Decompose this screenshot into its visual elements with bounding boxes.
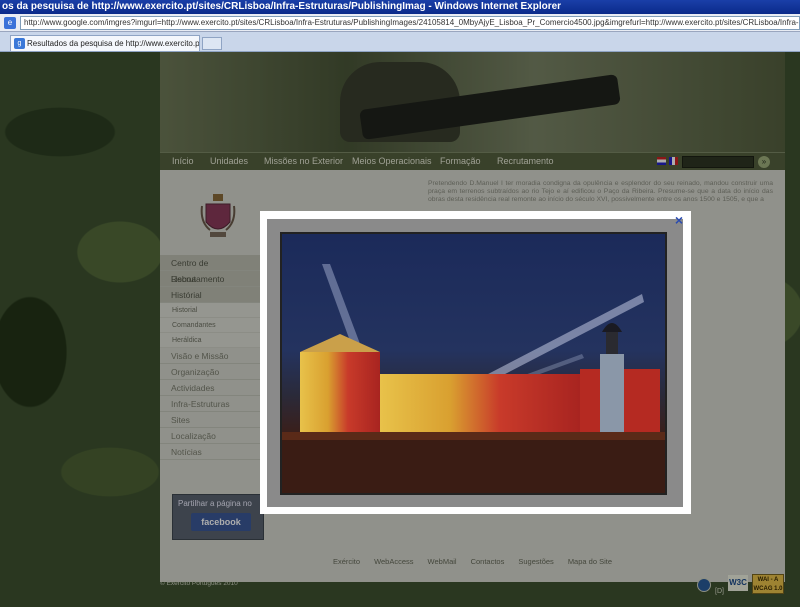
image-lightbox: × xyxy=(260,211,691,514)
window-title: os da pesquisa de http://www.exercito.pt… xyxy=(0,0,800,14)
tab-google-results[interactable]: g Resultados da pesquisa de http://www.e… xyxy=(10,35,200,51)
tab-bar: g Resultados da pesquisa de http://www.e… xyxy=(0,32,800,52)
address-bar: e http://www.google.com/imgres?imgurl=ht… xyxy=(0,14,800,32)
photo-illustration xyxy=(282,264,665,493)
close-icon[interactable]: × xyxy=(672,213,686,228)
lisbon-praca-comercio-photo xyxy=(280,232,667,495)
google-icon: g xyxy=(14,38,25,49)
page-icon: e xyxy=(4,17,16,29)
lightbox-frame xyxy=(267,219,683,507)
tab-label: Resultados da pesquisa de http://www.exe… xyxy=(27,39,200,48)
url-field[interactable]: http://www.google.com/imgres?imgurl=http… xyxy=(20,16,800,30)
page-viewport: Início Unidades Missões no Exterior Meio… xyxy=(0,52,800,607)
new-tab-button[interactable] xyxy=(202,37,222,50)
